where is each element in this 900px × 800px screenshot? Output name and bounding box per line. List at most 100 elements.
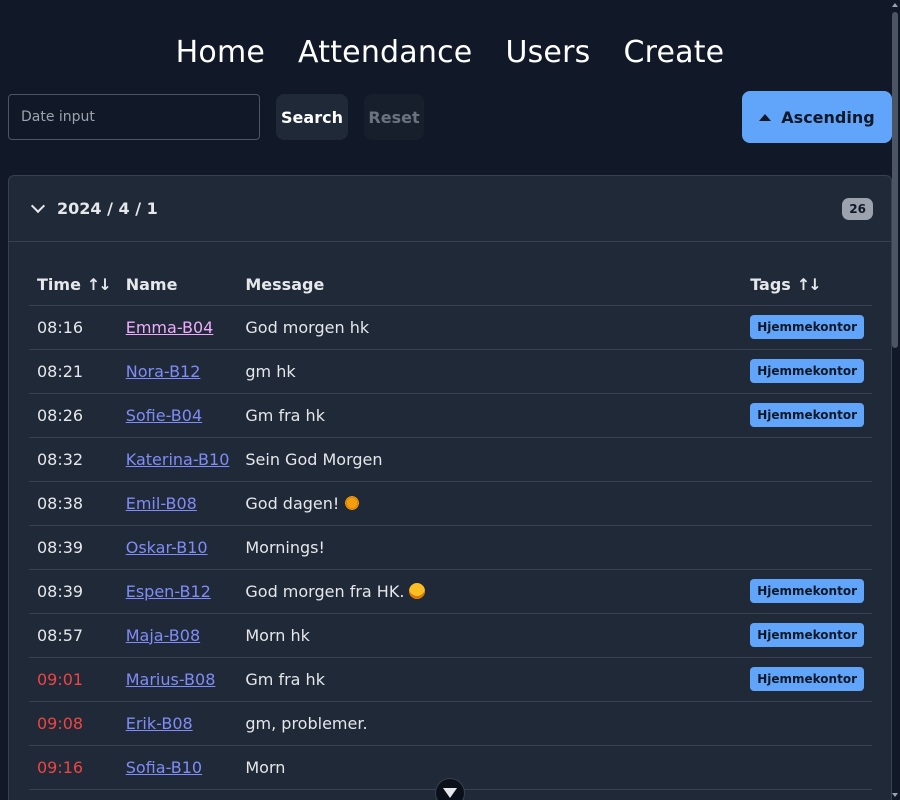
message-cell: Gm fra hk (237, 393, 743, 438)
message-cell: God dagen! (237, 481, 743, 526)
time-cell: 08:39 (29, 569, 118, 614)
user-link[interactable]: Nora-B12 (126, 362, 201, 381)
nav-create[interactable]: Create (623, 35, 724, 70)
name-cell: Espen-B12 (117, 569, 238, 614)
user-link[interactable]: Sofie-B04 (126, 406, 202, 425)
sort-order-button[interactable]: Ascending (742, 91, 892, 143)
nav-home[interactable]: Home (176, 35, 265, 70)
time-cell: 08:26 (29, 393, 118, 438)
time-cell: 08:57 (29, 613, 118, 658)
triangle-up-icon (759, 113, 772, 121)
table-row: 08:57 Maja-B08 Morn hk Hjemmekontor (29, 613, 872, 658)
attendance-table: Time ↑↓ Name Message Tags ↑↓ 08:16 Emma-B0… (29, 265, 872, 790)
tag-badge: Hjemmekontor (750, 623, 864, 647)
tag-badge: Hjemmekontor (750, 579, 864, 603)
time-cell: 08:21 (29, 349, 118, 394)
time-cell-late: 09:08 (29, 701, 118, 746)
entry-count-badge: 26 (842, 197, 873, 220)
table-row: 09:08 Erik-B08 gm, problemer. (29, 701, 872, 746)
message-cell: Morn (237, 745, 743, 790)
column-header-message: Message (237, 265, 743, 306)
scrollbar-thumb[interactable] (892, 12, 898, 348)
name-cell: Nora-B12 (117, 349, 238, 394)
tags-cell: Hjemmekontor (742, 613, 872, 658)
sort-order-label: Ascending (781, 107, 875, 127)
tag-badge: Hjemmekontor (750, 359, 864, 383)
table-row: 08:39 Oskar-B10 Mornings! (29, 525, 872, 570)
time-cell: 08:16 (29, 305, 118, 350)
scroll-up-arrow-icon[interactable] (892, 3, 898, 7)
name-cell: Emil-B08 (117, 481, 238, 526)
name-cell: Oskar-B10 (117, 525, 238, 570)
user-link[interactable]: Erik-B08 (126, 714, 193, 733)
message-cell: God morgen fra HK. (237, 569, 743, 614)
day-group-header[interactable]: 2024 / 4 / 1 26 (9, 176, 891, 242)
table-row: 08:21 Nora-B12 gm hk Hjemmekontor (29, 349, 872, 394)
message-cell: Sein God Morgen (237, 437, 743, 482)
user-link[interactable]: Espen-B12 (126, 582, 211, 601)
user-link[interactable]: Sofia-B10 (126, 758, 202, 777)
sun-emoji-icon (344, 494, 361, 511)
chevron-down-icon (30, 198, 46, 213)
user-link[interactable]: Katerina-B10 (126, 450, 230, 469)
sort-arrows-icon: ↑↓ (796, 275, 822, 295)
chevron-down-icon (443, 788, 457, 798)
time-cell-late: 09:16 (29, 745, 118, 790)
user-link[interactable]: Maja-B08 (126, 626, 200, 645)
tags-cell (742, 745, 872, 790)
time-cell: 08:38 (29, 481, 118, 526)
column-header-tags[interactable]: Tags ↑↓ (742, 265, 872, 306)
reset-button[interactable]: Reset (364, 94, 424, 140)
top-nav: Home Attendance Users Create (0, 0, 900, 90)
tags-cell (742, 701, 872, 746)
column-header-label: Name (125, 275, 178, 295)
table-row: 08:16 Emma-B04 God morgen hk Hjemmekonto… (29, 305, 872, 350)
tag-badge: Hjemmekontor (750, 315, 864, 339)
message-cell: Gm fra hk (237, 657, 743, 702)
time-cell-late: 09:01 (29, 657, 118, 702)
column-header-label: Message (245, 275, 325, 295)
filter-controls: Search Reset Ascending (0, 90, 900, 146)
nav-users[interactable]: Users (505, 35, 590, 70)
column-header-time[interactable]: Time ↑↓ (29, 265, 118, 306)
nav-attendance[interactable]: Attendance (298, 35, 472, 70)
tag-badge: Hjemmekontor (750, 403, 864, 427)
column-header-label: Time (37, 275, 81, 295)
table-row: 08:32 Katerina-B10 Sein God Morgen (29, 437, 872, 482)
user-link[interactable]: Oskar-B10 (126, 538, 208, 557)
user-link[interactable]: Marius-B08 (126, 670, 216, 689)
time-cell: 08:39 (29, 525, 118, 570)
name-cell: Erik-B08 (117, 701, 238, 746)
group-date: 2024 / 4 / 1 (57, 199, 158, 218)
grinning-face-emoji-icon (409, 582, 426, 599)
name-cell: Emma-B04 (117, 305, 238, 350)
tags-cell: Hjemmekontor (742, 305, 872, 350)
date-input[interactable] (8, 94, 260, 140)
message-cell: gm, problemer. (237, 701, 743, 746)
tags-cell: Hjemmekontor (742, 657, 872, 702)
scroll-down-button[interactable] (435, 778, 465, 800)
name-cell: Marius-B08 (117, 657, 238, 702)
table-row: 08:26 Sofie-B04 Gm fra hk Hjemmekontor (29, 393, 872, 438)
search-button[interactable]: Search (276, 94, 348, 140)
sort-arrows-icon: ↑↓ (86, 275, 112, 295)
tags-cell (742, 481, 872, 526)
table-header-row: Time ↑↓ Name Message Tags ↑↓ (29, 265, 872, 306)
tags-cell: Hjemmekontor (742, 393, 872, 438)
table-row: 08:38 Emil-B08 God dagen! (29, 481, 872, 526)
column-header-name: Name (117, 265, 238, 306)
tags-cell (742, 525, 872, 570)
tags-cell (742, 437, 872, 482)
user-link[interactable]: Emil-B08 (126, 494, 197, 513)
page-scrollbar[interactable] (890, 0, 900, 800)
message-text: God morgen fra HK. (245, 581, 405, 601)
time-cell: 08:32 (29, 437, 118, 482)
message-text: God dagen! (245, 493, 340, 513)
name-cell: Katerina-B10 (117, 437, 238, 482)
message-cell: Morn hk (237, 613, 743, 658)
scroll-down-arrow-icon[interactable] (892, 793, 898, 797)
name-cell: Sofia-B10 (117, 745, 238, 790)
user-link[interactable]: Emma-B04 (126, 318, 214, 337)
tags-cell: Hjemmekontor (742, 569, 872, 614)
message-cell: gm hk (237, 349, 743, 394)
